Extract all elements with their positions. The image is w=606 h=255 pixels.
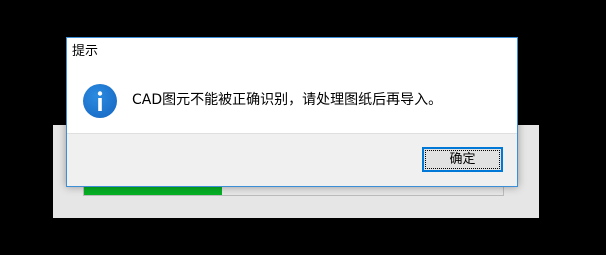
dialog-message: CAD图元不能被正确识别，请处理图纸后再导入。 bbox=[132, 92, 443, 108]
ok-button-label: 确定 bbox=[449, 152, 476, 167]
screen: 提示 CAD图元不能被正确识别，请处理图纸后再导入。 确定 bbox=[0, 0, 606, 255]
dialog-title-bar[interactable]: 提示 bbox=[67, 38, 517, 68]
progress-bar-fill bbox=[84, 187, 223, 195]
dialog-title: 提示 bbox=[72, 44, 99, 59]
progress-bar bbox=[83, 186, 504, 196]
information-icon bbox=[83, 84, 117, 118]
dialog-button-bar: 确定 bbox=[67, 133, 517, 186]
ok-button[interactable]: 确定 bbox=[422, 147, 503, 172]
message-dialog: 提示 CAD图元不能被正确识别，请处理图纸后再导入。 确定 bbox=[66, 37, 518, 187]
